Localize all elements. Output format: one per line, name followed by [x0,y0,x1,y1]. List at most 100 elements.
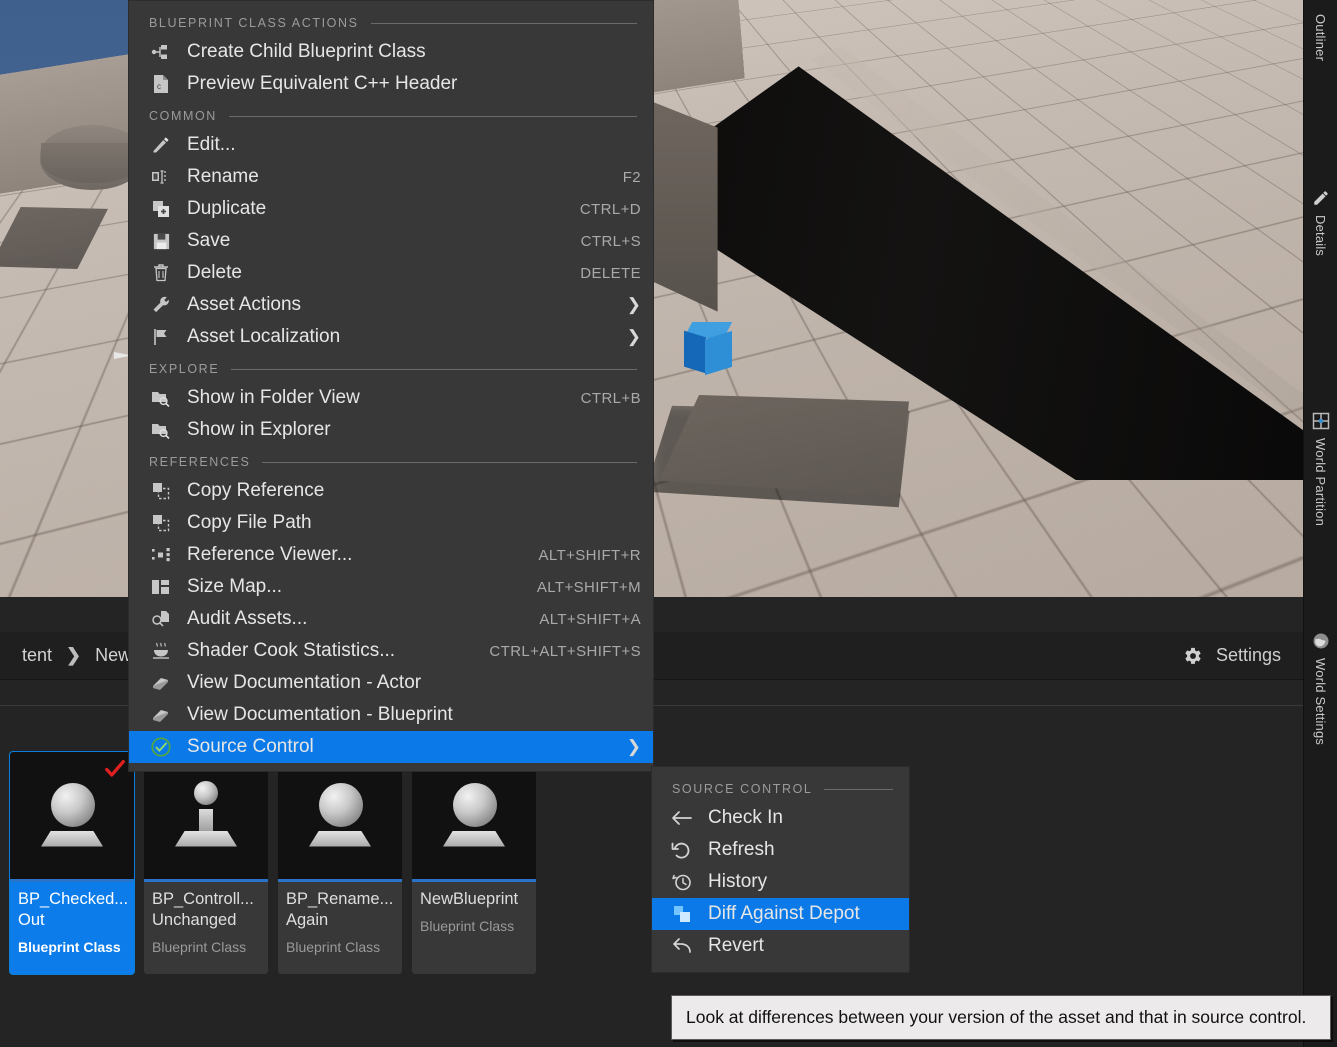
menu-section-header: REFERENCES [129,446,653,475]
menu-item-rename[interactable]: Rename F2 [129,161,653,193]
menu-section-rule [231,369,637,370]
submenu-item-diff-against-depot[interactable]: Diff Against Depot [652,898,909,930]
cube-face-right [705,331,732,375]
menu-item-label: Audit Assets... [187,608,521,630]
menu-item-audit-assets[interactable]: Audit Assets... ALT+SHIFT+A [129,603,653,635]
tooltip-text: Look at differences between your version… [686,1007,1306,1027]
menu-item-source-control[interactable]: Source Control ❯ [129,731,653,763]
menu-item-size-map[interactable]: Size Map... ALT+SHIFT+M [129,571,653,603]
menu-item-preview-equivalent-cpp-header[interactable]: c Preview Equivalent C++ Header [129,68,653,100]
book-icon [149,672,173,694]
blueprint-sphere-icon [435,779,513,853]
menu-item-copy-reference[interactable]: Copy Reference [129,475,653,507]
menu-item-show-in-explorer[interactable]: Show in Explorer [129,414,653,446]
folder-search-icon [149,387,173,409]
asset-type: Blueprint Class [152,939,260,955]
save-icon [149,230,173,252]
menu-item-asset-actions[interactable]: Asset Actions ❯ [129,289,653,321]
menu-item-label: Show in Explorer [187,419,641,441]
menu-section-header: COMMON [129,100,653,129]
menu-item-shortcut: ALT+SHIFT+M [537,579,641,596]
menu-item-reference-viewer[interactable]: Reference Viewer... ALT+SHIFT+R [129,539,653,571]
sidebar-tab-world-partition[interactable]: World Partition [1312,404,1330,534]
menu-item-shortcut: ALT+SHIFT+A [539,611,641,628]
menu-item-label: Edit... [187,134,641,156]
blueprint-sphere-icon [167,779,245,853]
menu-item-save[interactable]: Save CTRL+S [129,225,653,257]
menu-item-label: Reference Viewer... [187,544,521,566]
submenu-item-label: Check In [708,807,897,829]
chevron-right-icon: ❯ [625,737,641,757]
asset-name-line1: BP_Checked... [18,889,126,910]
trash-icon [149,262,173,284]
flag-icon [149,326,173,348]
asset-name-line1: BP_Controll... [152,889,260,910]
wrench-icon [149,294,173,316]
menu-section-title: EXPLORE [149,362,219,376]
arrow-left-icon [670,807,694,829]
duplicate-icon [149,198,173,220]
menu-item-shortcut: CTRL+ALT+SHIFT+S [489,643,641,660]
asset-tile[interactable]: NewBlueprint Blueprint Class [412,752,536,974]
breadcrumb-item-0[interactable]: tent [22,645,52,666]
menu-item-label: Rename [187,166,605,188]
reference-viewer-icon [149,544,173,566]
submenu-item-refresh[interactable]: Refresh [652,834,909,866]
sidebar-tab-outliner[interactable]: Outliner [1313,6,1328,69]
asset-tile[interactable]: BP_Checked... Out Blueprint Class [10,752,134,974]
menu-item-duplicate[interactable]: Duplicate CTRL+D [129,193,653,225]
menu-item-shortcut: DELETE [580,265,641,282]
menu-item-view-documentation-actor[interactable]: View Documentation - Actor [129,667,653,699]
asset-tile[interactable]: BP_Rename... Again Blueprint Class [278,752,402,974]
submenu-section-title: SOURCE CONTROL [672,782,812,796]
blueprint-sphere-icon [301,779,379,853]
source-control-submenu: SOURCE CONTROL Check In Refresh History [651,766,910,973]
source-control-icon [149,736,173,758]
menu-item-label: Copy File Path [187,512,641,534]
blue-cube-actor[interactable] [684,322,736,372]
sidebar-tab-world-settings-label: World Settings [1313,658,1328,745]
asset-tile[interactable]: BP_Controll... Unchanged Blueprint Class [144,752,268,974]
menu-item-copy-file-path[interactable]: Copy File Path [129,507,653,539]
asset-thumbnail [10,752,134,879]
asset-label: NewBlueprint Blueprint Class [412,882,536,974]
submenu-item-history[interactable]: History [652,866,909,898]
menu-item-label: Show in Folder View [187,387,563,409]
menu-section-header: EXPLORE [129,353,653,382]
chevron-right-icon: ❯ [625,295,641,315]
child-class-icon [149,41,173,63]
pencil-icon [149,134,173,156]
sidebar-tab-world-partition-label: World Partition [1313,438,1328,526]
settings-button-label: Settings [1216,645,1281,666]
asset-name-line1: BP_Rename... [286,889,394,910]
submenu-item-revert[interactable]: Revert [652,930,909,962]
svg-text:c: c [157,82,161,91]
menu-item-view-documentation-blueprint[interactable]: View Documentation - Blueprint [129,699,653,731]
audit-icon [149,608,173,630]
history-icon [670,871,694,893]
menu-item-asset-localization[interactable]: Asset Localization ❯ [129,321,653,353]
copy-icon [149,512,173,534]
sidebar-tab-details[interactable]: Details [1312,181,1330,264]
asset-label: BP_Rename... Again Blueprint Class [278,882,402,974]
rename-icon [149,166,173,188]
chevron-right-icon: ❯ [66,645,81,666]
menu-item-shortcut: F2 [623,169,641,186]
menu-item-edit[interactable]: Edit... [129,129,653,161]
asset-tile-grid: BP_Checked... Out Blueprint Class BP_Con… [10,752,536,974]
globe-icon [1312,632,1330,650]
sidebar-tab-world-settings[interactable]: World Settings [1312,624,1330,753]
submenu-item-check-in[interactable]: Check In [652,802,909,834]
asset-name-line2: Again [286,910,394,931]
menu-item-label: Shader Cook Statistics... [187,640,471,662]
menu-item-create-child-blueprint-class[interactable]: Create Child Blueprint Class [129,36,653,68]
asset-name-line2: Unchanged [152,910,260,931]
menu-item-shortcut: CTRL+B [581,390,641,407]
menu-item-shader-cook-statistics[interactable]: Shader Cook Statistics... CTRL+ALT+SHIFT… [129,635,653,667]
cpp-header-icon: c [149,73,173,95]
editor-root: Outliner Details World Partition World S… [0,0,1337,1047]
menu-item-label: Size Map... [187,576,519,598]
menu-item-show-in-folder-view[interactable]: Show in Folder View CTRL+B [129,382,653,414]
settings-button[interactable]: Settings [1182,645,1281,667]
menu-item-delete[interactable]: Delete DELETE [129,257,653,289]
